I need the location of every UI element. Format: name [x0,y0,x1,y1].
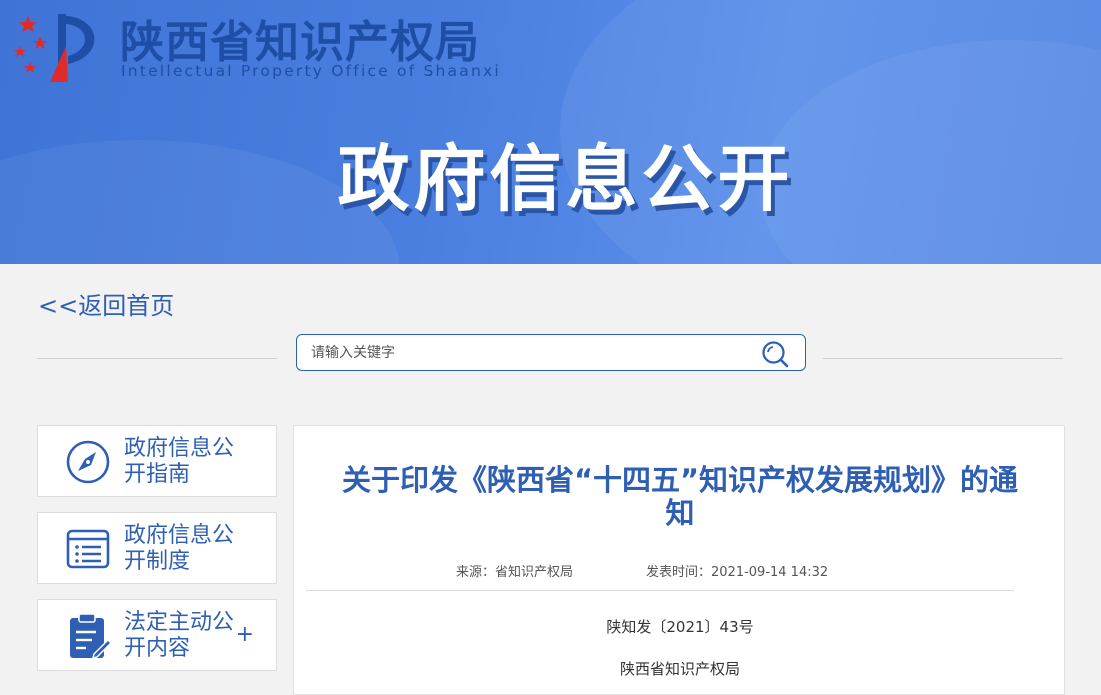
article-source: 来源：省知识产权局 [456,565,574,580]
article-publish-time: 发表时间：2021-09-14 14:32 [646,565,829,580]
divider-line [37,358,277,359]
office-logo-icon [14,14,95,82]
org-name-cn: 陕西省知识产权局 [120,17,480,68]
clipboard-edit-icon [70,613,112,660]
document-list-icon [66,529,110,569]
divider-line [823,358,1063,359]
sidebar-item-label: 法定主动公开内容 [124,610,235,661]
search-input[interactable] [311,341,731,365]
banner-title: 政府信息公开 [337,137,794,221]
compass-icon [66,440,110,484]
org-name-en: Intellectual Property Office of Shaanxi [121,62,501,80]
sidebar-item-label: 政府信息公开指南 [124,436,235,487]
sidebar-item-guide[interactable]: 政府信息公开指南 [37,425,277,497]
search-box [296,334,806,371]
issuing-authority: 陕西省知识产权局 [619,660,740,678]
sidebar-item-statutory-content[interactable]: 法定主动公开内容 + [37,599,277,671]
article-title: 关于印发《陕西省“十四五”知识产权发展规划》的通知 [341,463,1019,530]
back-to-home-link[interactable]: <<返回首页 [38,286,174,321]
sidebar-item-system[interactable]: 政府信息公开制度 [37,512,277,584]
sidebar-item-label: 政府信息公开制度 [124,523,235,574]
search-icon[interactable] [761,340,789,368]
article-panel: 关于印发《陕西省“十四五”知识产权发展规划》的通知 来源：省知识产权局 发表时间… [293,425,1065,695]
document-number: 陕知发〔2021〕43号 [606,618,754,636]
header-banner: 陕西省知识产权局 Intellectual Property Office of… [0,0,1101,264]
expand-plus-icon[interactable]: + [236,622,254,647]
divider-line [306,590,1014,591]
